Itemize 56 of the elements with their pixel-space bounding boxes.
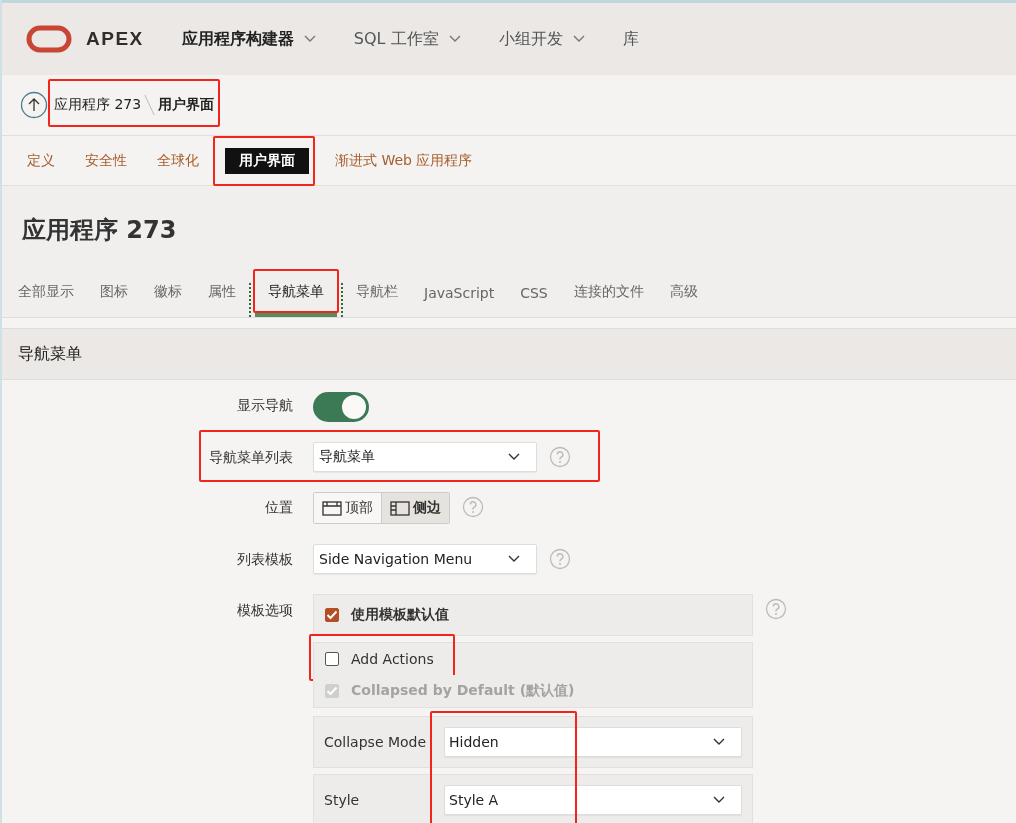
sub-tab[interactable]: 导航菜单 — [255, 283, 337, 317]
section-title: 导航菜单 — [18, 343, 82, 365]
checkbox-label: 使用模板默认值 — [351, 606, 449, 624]
field-label: Style — [324, 792, 361, 808]
help-icon[interactable] — [765, 598, 787, 620]
brand-name: APEX — [86, 28, 144, 50]
sub-tab[interactable]: 高级 — [656, 283, 711, 317]
tab[interactable]: 渐进式 Web 应用程序 — [335, 147, 473, 174]
sub-tab[interactable]: CSS — [507, 285, 561, 317]
top-layout-icon — [322, 500, 342, 516]
select-field[interactable]: Side Navigation Menu — [313, 544, 537, 574]
field-label: 位置 — [264, 498, 294, 517]
logo-icon — [26, 25, 72, 53]
side-layout-icon — [390, 500, 410, 516]
chevron-down-icon — [713, 796, 725, 804]
chevron-down-icon — [448, 35, 461, 43]
toggle-switch[interactable] — [313, 392, 369, 422]
help-icon[interactable] — [462, 496, 484, 518]
help-icon[interactable] — [549, 446, 571, 468]
breadcrumb-link[interactable]: 用户界面 — [158, 96, 215, 114]
nav-menu-item[interactable]: 应用程序构建器 — [181, 28, 316, 50]
chevron-down-icon — [508, 555, 520, 563]
nav-menu-item[interactable]: SQL 工作室 — [353, 28, 461, 50]
tab[interactable]: 全球化 — [157, 147, 199, 174]
sub-tab[interactable]: 图标 — [87, 283, 141, 317]
field-label: 列表模板 — [236, 550, 294, 569]
tab[interactable]: 定义 — [27, 147, 55, 174]
sub-tab[interactable]: 属性 — [195, 283, 249, 317]
chevron-down-icon — [713, 738, 725, 746]
tab[interactable]: 安全性 — [85, 147, 127, 174]
page-title: 应用程序 273 — [21, 215, 178, 246]
help-icon[interactable] — [549, 548, 571, 570]
segment-button[interactable]: 侧边 — [381, 493, 449, 523]
sub-tab[interactable]: 导航栏 — [343, 283, 411, 317]
chevron-down-icon — [508, 453, 520, 461]
field-label: 导航菜单列表 — [208, 448, 294, 467]
checkbox-label: Add Actions — [351, 651, 434, 667]
sub-tab[interactable]: 徽标 — [141, 283, 195, 317]
field-label: 显示导航 — [236, 396, 294, 415]
field-label: 模板选项 — [236, 601, 294, 620]
checkbox[interactable] — [325, 652, 339, 666]
sub-tab[interactable]: 全部显示 — [18, 283, 87, 317]
select-field[interactable]: Style A — [444, 785, 742, 815]
chevron-down-icon — [572, 35, 585, 43]
chevron-down-icon — [303, 35, 316, 43]
select-field[interactable]: Hidden — [444, 727, 742, 757]
nav-menu-item[interactable]: 小组开发 — [498, 28, 585, 50]
nav-menu-item[interactable]: 库 — [622, 28, 639, 50]
sub-tab[interactable]: JavaScript — [411, 285, 508, 317]
checkbox-label: Collapsed by Default (默认值) — [351, 682, 575, 700]
checkbox[interactable] — [325, 608, 339, 622]
tab[interactable]: 用户界面 — [225, 147, 309, 174]
select-field[interactable]: 导航菜单 — [313, 442, 537, 472]
sub-tab[interactable]: 连接的文件 — [560, 283, 657, 317]
field-label: Collapse Mode — [324, 734, 428, 750]
breadcrumb-link[interactable]: 应用程序 273 — [54, 96, 142, 114]
